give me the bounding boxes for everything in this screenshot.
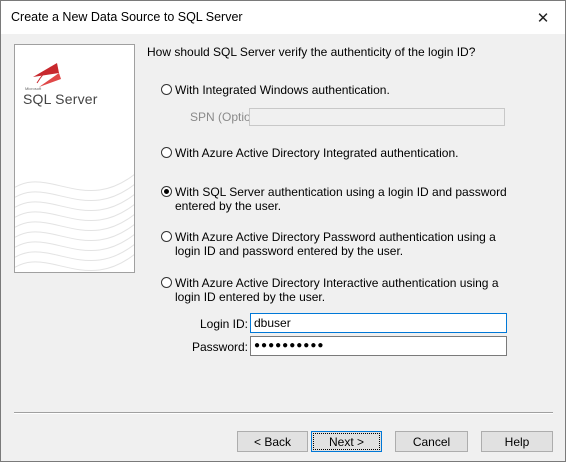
radio-button[interactable]: [161, 277, 172, 288]
close-button[interactable]: ✕: [521, 1, 565, 34]
radio-aad-integrated[interactable]: With Azure Active Directory Integrated a…: [161, 146, 520, 160]
spn-input: [249, 108, 505, 126]
radio-button-checked[interactable]: [161, 186, 172, 197]
radio-label: With Azure Active Directory Integrated a…: [175, 146, 459, 160]
back-button[interactable]: < Back: [237, 431, 308, 452]
help-button-label: Help: [504, 434, 530, 449]
password-input[interactable]: ●●●●●●●●●●: [250, 336, 507, 356]
next-button[interactable]: Next >: [311, 431, 382, 452]
close-icon: ✕: [536, 9, 550, 27]
radio-label: With SQL Server authentication using a l…: [175, 185, 507, 213]
radio-button[interactable]: [161, 147, 172, 158]
sql-server-banner: Microsoft SQL Server: [14, 44, 135, 273]
cancel-button[interactable]: Cancel: [395, 431, 468, 452]
brand-label: SQL Server: [23, 91, 98, 107]
radio-label: With Azure Active Directory Interactive …: [175, 276, 499, 304]
radio-windows-auth[interactable]: With Integrated Windows authentication.: [161, 83, 520, 97]
title-bar: Create a New Data Source to SQL Server ✕: [1, 1, 565, 34]
radio-button[interactable]: [161, 84, 172, 95]
footer-divider: [14, 412, 553, 414]
radio-aad-interactive[interactable]: With Azure Active Directory Interactive …: [161, 276, 520, 304]
window-title: Create a New Data Source to SQL Server: [11, 10, 243, 24]
login-id-input[interactable]: dbuser: [250, 313, 507, 333]
help-button[interactable]: Help: [481, 431, 553, 452]
radio-label: With Azure Active Directory Password aut…: [175, 230, 496, 258]
password-label: Password:: [191, 340, 248, 354]
dialog-window: Create a New Data Source to SQL Server ✕: [0, 0, 566, 462]
next-button-label: Next >: [328, 434, 364, 449]
cancel-button-label: Cancel: [412, 434, 451, 449]
auth-question: How should SQL Server verify the authent…: [147, 45, 476, 59]
back-button-label: < Back: [253, 434, 292, 449]
radio-button[interactable]: [161, 231, 172, 242]
radio-label: With Integrated Windows authentication.: [175, 83, 390, 97]
radio-sql-server-auth[interactable]: With SQL Server authentication using a l…: [161, 185, 520, 213]
radio-aad-password[interactable]: With Azure Active Directory Password aut…: [161, 230, 520, 258]
login-id-label: Login ID:: [199, 317, 248, 331]
